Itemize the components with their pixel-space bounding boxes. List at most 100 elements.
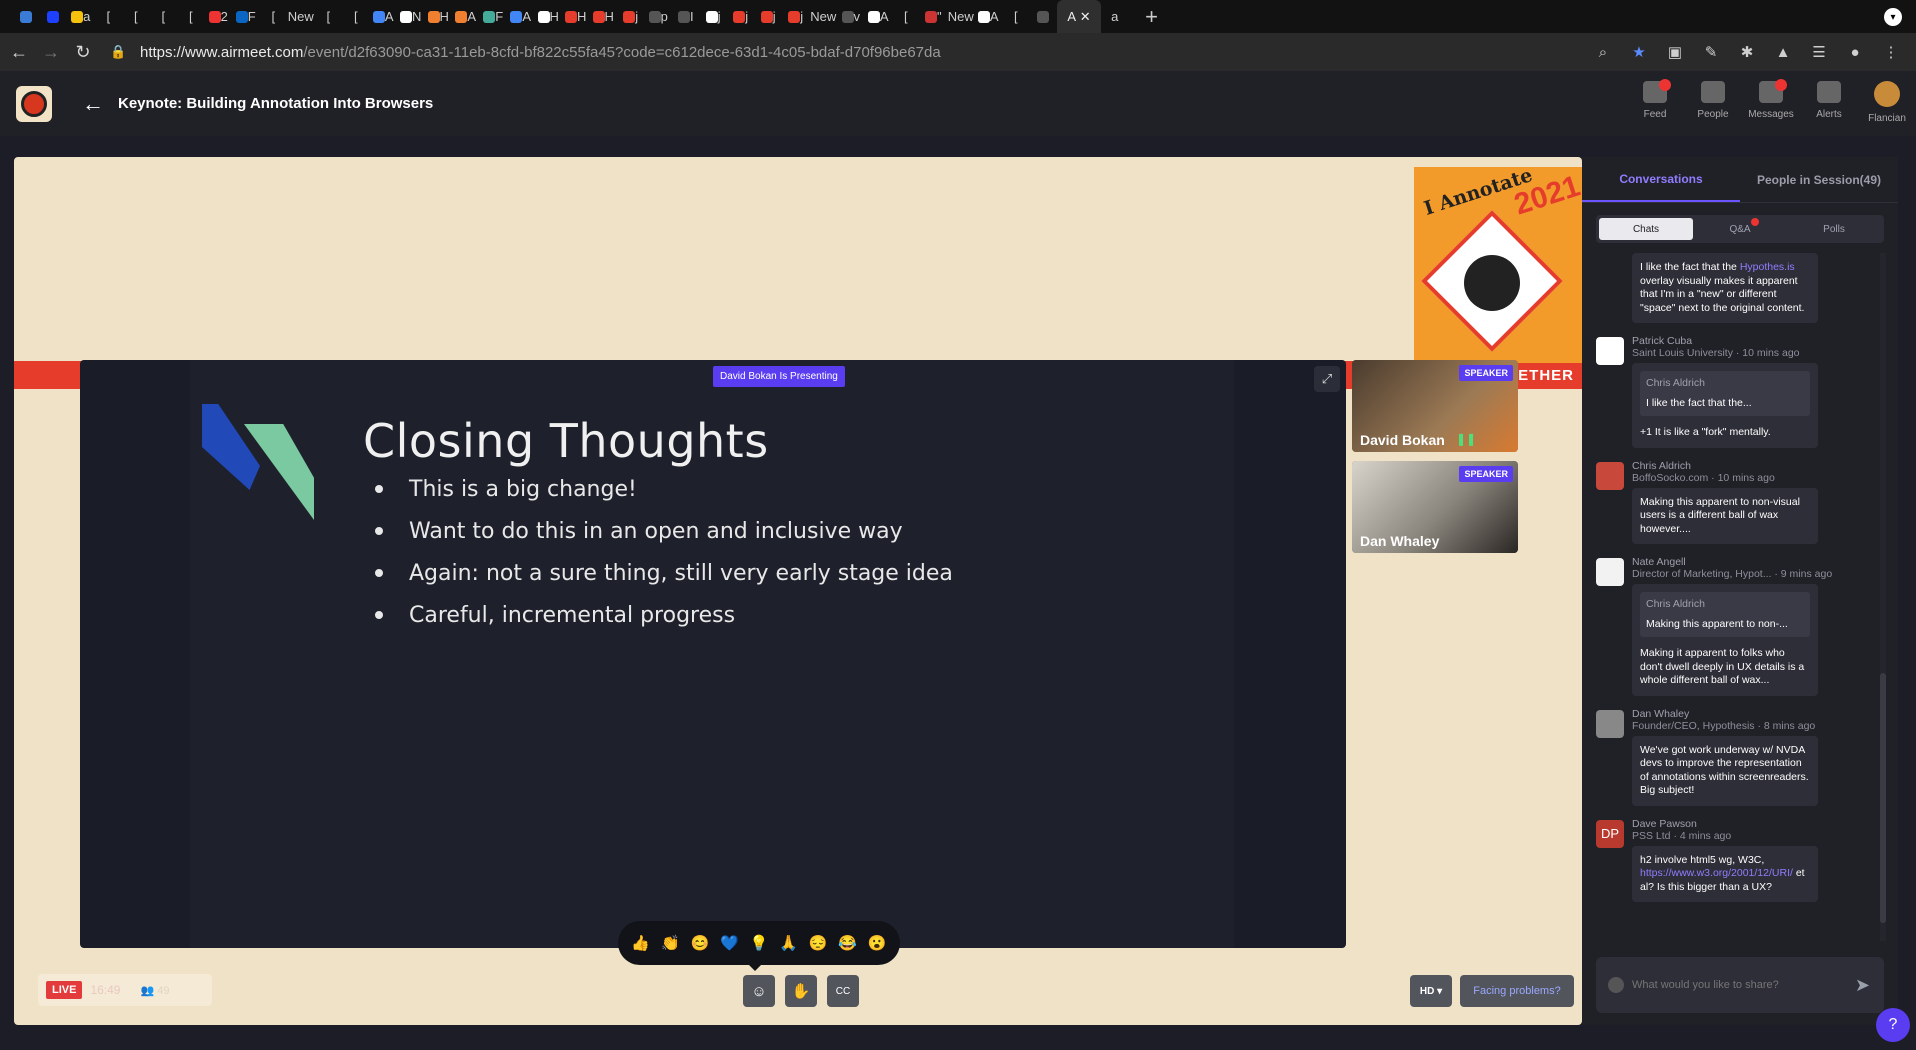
reading-list-icon[interactable]: ☰ — [1808, 41, 1830, 63]
browser-tab-linkedin-icon[interactable]: F — [232, 0, 260, 33]
browser-tab-github-icon[interactable]: v — [837, 0, 865, 33]
browser-tab[interactable]: [ — [177, 0, 205, 33]
browser-tab-slides-icon[interactable]: a — [67, 0, 95, 33]
browser-tab[interactable]: [ — [150, 0, 178, 33]
extension-icon[interactable]: ✎ — [1700, 41, 1722, 63]
nav-people[interactable]: People — [1684, 81, 1742, 124]
browser-tab-app-icon[interactable]: A — [452, 0, 480, 33]
reaction-emoji[interactable]: 😮 — [868, 934, 887, 952]
chat-scrollbar[interactable] — [1880, 253, 1886, 941]
segment-polls[interactable]: Polls — [1787, 218, 1881, 240]
zoom-icon[interactable]: ⌕ — [1592, 41, 1614, 63]
browser-tab-app-icon[interactable]: N — [397, 0, 425, 33]
browser-tab-docs-icon[interactable]: A — [370, 0, 398, 33]
nav-profile[interactable]: Flancian — [1858, 81, 1916, 124]
back-arrow-icon[interactable]: ← — [82, 91, 104, 117]
close-icon[interactable]: ✕ — [1080, 9, 1091, 25]
quality-selector[interactable]: HD ▾ — [1410, 975, 1452, 1007]
emoji-icon[interactable] — [1608, 977, 1624, 993]
reaction-emoji[interactable]: 👏 — [661, 934, 680, 952]
puzzle-icon[interactable]: ✱ — [1736, 41, 1758, 63]
message-link[interactable]: Hypothes.is — [1740, 261, 1795, 273]
browser-tab-app-icon[interactable]: j — [755, 0, 783, 33]
fullscreen-icon[interactable]: ⤢ — [1314, 366, 1340, 392]
browser-tab-app-icon[interactable]: j — [782, 0, 810, 33]
raise-hand-button[interactable]: ✋ — [785, 975, 817, 1007]
browser-tab[interactable]: [ — [95, 0, 123, 33]
browser-tab-app-icon[interactable]: H — [590, 0, 618, 33]
tab-people-in-session[interactable]: People in Session(49) — [1740, 157, 1898, 202]
chat-input[interactable] — [1632, 979, 1832, 991]
forward-icon[interactable]: → — [38, 39, 64, 65]
browser-tab-active[interactable]: A ✕ — [1057, 0, 1101, 33]
reaction-emoji[interactable]: 😂 — [838, 934, 857, 952]
profile-icon[interactable]: ● — [1844, 41, 1866, 63]
browser-tab-app-icon[interactable]: 2 — [205, 0, 233, 33]
browser-tab[interactable]: [ — [1002, 0, 1030, 33]
segment-chats[interactable]: Chats — [1599, 218, 1693, 240]
nav-label: Messages — [1748, 109, 1794, 120]
browser-tab[interactable]: New — [810, 0, 838, 33]
reaction-emoji[interactable]: 💙 — [720, 934, 739, 952]
browser-tab[interactable]: [ — [315, 0, 343, 33]
nav-alerts[interactable]: Alerts — [1800, 81, 1858, 124]
help-button[interactable]: ? — [1876, 1008, 1910, 1042]
browser-tab-github-icon[interactable]: p — [645, 0, 673, 33]
send-icon[interactable]: ➤ — [1855, 975, 1870, 996]
browser-tab[interactable]: New — [287, 0, 315, 33]
reaction-emoji[interactable]: 🙏 — [779, 934, 798, 952]
reload-icon[interactable]: ↻ — [70, 39, 96, 65]
browser-tab[interactable]: [ — [342, 0, 370, 33]
browser-tab-app-icon[interactable]: j — [617, 0, 645, 33]
tab-label: A — [467, 9, 477, 24]
browser-tab-app-icon[interactable]: " — [920, 0, 948, 33]
tab-label: [ — [188, 9, 193, 24]
nav-messages[interactable]: Messages — [1742, 79, 1800, 124]
browser-tab[interactable]: [ — [892, 0, 920, 33]
reaction-emoji[interactable]: 💡 — [750, 934, 769, 952]
tab-conversations[interactable]: Conversations — [1582, 157, 1740, 202]
emoji-reaction-button[interactable]: ☺ — [743, 975, 775, 1007]
event-logo[interactable] — [16, 86, 52, 122]
extension-icon[interactable]: ▣ — [1664, 41, 1686, 63]
logo-handshake — [1464, 255, 1520, 311]
browser-tab-app-icon[interactable]: j — [700, 0, 728, 33]
menu-icon[interactable]: ⋮ — [1880, 41, 1902, 63]
live-badge: LIVE — [46, 981, 83, 999]
captions-button[interactable]: CC — [827, 975, 859, 1007]
browser-tab-app-icon[interactable]: A — [865, 0, 893, 33]
reaction-emoji[interactable]: 😊 — [691, 934, 710, 952]
bookmark-star-icon[interactable]: ★ — [1628, 41, 1650, 63]
extension-icon[interactable]: ▲ — [1772, 41, 1794, 63]
new-tab-button[interactable]: + — [1137, 4, 1167, 30]
nav-feed[interactable]: Feed — [1626, 79, 1684, 124]
browser-tab-github-icon[interactable]: I — [672, 0, 700, 33]
chat-compose[interactable]: ➤ — [1596, 957, 1884, 1013]
browser-tab-app-icon[interactable]: F — [480, 0, 508, 33]
browser-tab-github-icon[interactable] — [1030, 0, 1058, 33]
facing-problems-button[interactable]: Facing problems? — [1460, 975, 1574, 1007]
browser-tab[interactable]: New — [947, 0, 975, 33]
message-link[interactable]: https://www.w3.org/2001/12/URI/ — [1640, 867, 1793, 879]
segment-qa[interactable]: Q&A — [1693, 218, 1787, 240]
reaction-emoji[interactable]: 👍 — [631, 934, 650, 952]
browser-tab[interactable]: a — [1101, 0, 1129, 33]
browser-tab-app-icon[interactable] — [12, 0, 40, 33]
avatar: DP — [1596, 819, 1624, 848]
browser-tab[interactable]: [ — [260, 0, 288, 33]
browser-tab[interactable]: [ — [122, 0, 150, 33]
browser-tab-app-icon[interactable]: j — [727, 0, 755, 33]
browser-tab-drive-icon[interactable]: A — [507, 0, 535, 33]
speaker-video-david[interactable]: SPEAKER David Bokan ❚❚ — [1352, 360, 1518, 452]
browser-tab-app-icon[interactable]: H — [562, 0, 590, 33]
browser-tab-app-icon[interactable]: A — [975, 0, 1003, 33]
tab-label: A — [384, 9, 394, 24]
address-bar[interactable]: 🔒 https://www.airmeet.com /event/d2f6309… — [110, 37, 1670, 67]
speaker-video-dan[interactable]: SPEAKER Dan Whaley — [1352, 461, 1518, 553]
reaction-emoji[interactable]: 😔 — [809, 934, 828, 952]
browser-tab-wikipedia-icon[interactable]: H — [535, 0, 563, 33]
tab-search-button[interactable]: ▾ — [1884, 8, 1902, 26]
browser-tab-app-icon[interactable] — [40, 0, 68, 33]
back-icon[interactable]: ← — [6, 39, 32, 65]
browser-tab-app-icon[interactable]: H — [425, 0, 453, 33]
